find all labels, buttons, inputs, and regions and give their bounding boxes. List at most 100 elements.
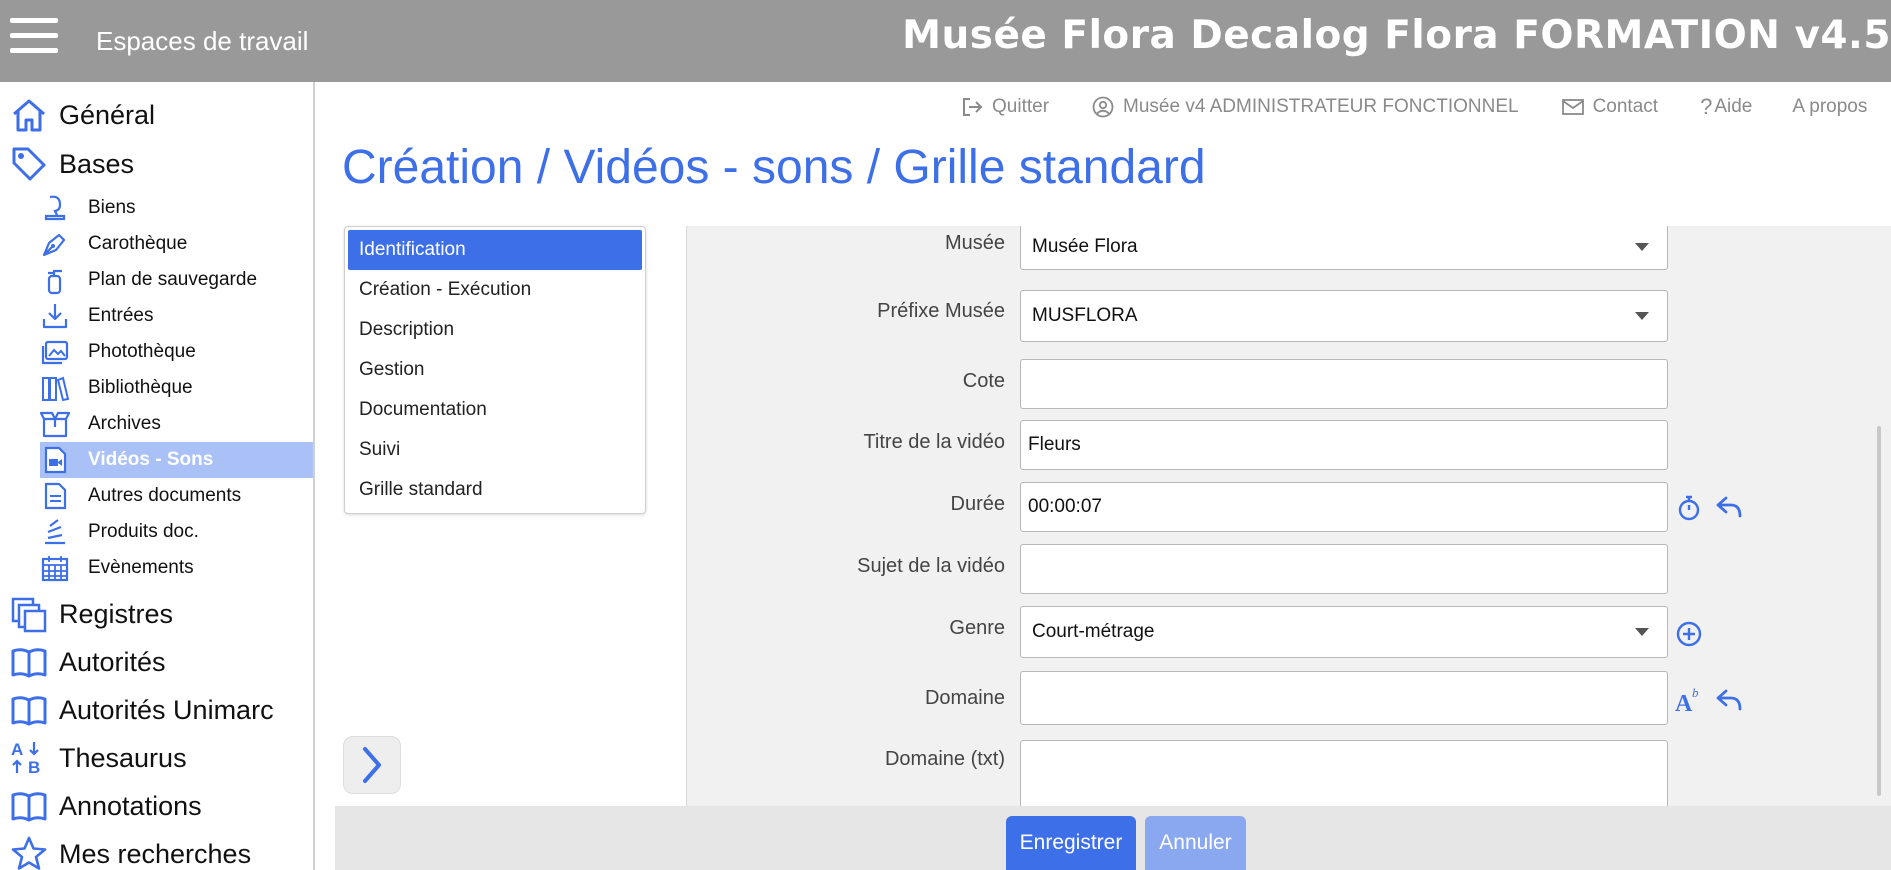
select-value: Musée Flora	[1032, 236, 1138, 257]
sidebar-item-bibliotheque[interactable]: Bibliothèque	[40, 370, 313, 406]
sidebar-item-biens[interactable]: Biens	[40, 190, 313, 226]
document-icon	[44, 482, 67, 510]
sidebar-item-archives[interactable]: Archives	[40, 406, 313, 442]
save-button[interactable]: Enregistrer	[1006, 816, 1136, 870]
contact-link[interactable]: Contact	[1561, 95, 1658, 119]
help-label: Aide	[1714, 96, 1753, 117]
musee-select[interactable]: Musée Flora	[1020, 226, 1668, 270]
titre-video-input[interactable]: Fleurs	[1020, 420, 1668, 470]
sidebar-item-label: Général	[59, 99, 156, 130]
svg-text:A: A	[11, 740, 23, 759]
svg-text:A: A	[1675, 691, 1693, 715]
top-links: Quitter Musée v4 ADMINISTRATEUR FONCTION…	[960, 92, 1891, 122]
section-tabs: Identification Création - Exécution Desc…	[344, 226, 646, 514]
open-book-icon	[11, 648, 47, 678]
tab-gestion[interactable]: Gestion	[348, 350, 642, 390]
images-icon	[41, 340, 69, 365]
home-icon	[13, 99, 45, 132]
tab-suivi[interactable]: Suivi	[348, 430, 642, 470]
workspaces-link[interactable]: Espaces de travail	[96, 26, 308, 57]
sidebar-item-evenements[interactable]: Evènements	[40, 550, 313, 586]
contact-label: Contact	[1592, 96, 1659, 117]
sidebar-item-produits-doc[interactable]: Produits doc.	[40, 514, 313, 550]
field-label: Titre de la vidéo	[863, 431, 1005, 453]
sujet-video-input[interactable]	[1020, 544, 1668, 594]
text-format-icon[interactable]: Ab	[1674, 685, 1704, 715]
form-panel: Musée Musée Flora Préfixe Musée MUSFLORA…	[686, 226, 1891, 806]
sidebar-item-label: Entrées	[88, 305, 154, 326]
cote-input[interactable]	[1020, 359, 1668, 409]
sidebar-item-label: Autres documents	[88, 485, 242, 506]
sidebar-item-general[interactable]: Général	[10, 95, 155, 135]
field-label: Durée	[950, 493, 1005, 515]
svg-text:b: b	[1692, 685, 1699, 700]
sidebar-item-label: Produits doc.	[88, 521, 199, 542]
plus-circle-icon[interactable]	[1674, 619, 1704, 649]
tab-identification[interactable]: Identification	[348, 230, 642, 270]
stopwatch-icon[interactable]	[1674, 493, 1704, 523]
domaine-input[interactable]	[1020, 671, 1668, 725]
form-scrollbar[interactable]	[1877, 426, 1881, 796]
field-label: Domaine	[924, 687, 1005, 709]
open-book-icon	[11, 792, 47, 822]
sidebar-item-label: Archives	[88, 413, 161, 434]
sidebar-item-label: Evènements	[88, 557, 194, 578]
app-title: Musée Flora Decalog Flora FORMATION v4.5	[902, 13, 1891, 58]
sidebar-item-annotations[interactable]: Annotations	[10, 786, 202, 826]
caret-down-icon	[1635, 243, 1649, 251]
sidebar-item-thesaurus[interactable]: AB Thesaurus	[10, 738, 187, 778]
sidebar-item-entrees[interactable]: Entrées	[40, 298, 313, 334]
sidebar-item-plan-sauvegarde[interactable]: Plan de sauvegarde	[40, 262, 313, 298]
sidebar-item-label: Plan de sauvegarde	[88, 269, 258, 290]
sidebar-item-label: Bases	[59, 148, 135, 179]
sidebar-item-label: Mes recherches	[59, 838, 252, 869]
prefixe-musee-select[interactable]: MUSFLORA	[1020, 290, 1668, 342]
field-label: Domaine (txt)	[884, 748, 1005, 770]
sidebar-item-label: Thesaurus	[59, 742, 187, 773]
sidebar-item-phototheque[interactable]: Photothèque	[40, 334, 313, 370]
sidebar-item-label: Annotations	[59, 790, 202, 821]
tab-description[interactable]: Description	[348, 310, 642, 350]
duree-input[interactable]: 00:00:07	[1020, 482, 1668, 532]
user-account-label: Musée v4 ADMINISTRATEUR FONCTIONNEL	[1123, 96, 1519, 117]
sidebar-item-mes-recherches[interactable]: Mes recherches	[10, 834, 251, 870]
tab-grille-standard[interactable]: Grille standard	[348, 470, 642, 510]
svg-text:B: B	[28, 758, 40, 777]
bust-icon	[44, 195, 66, 221]
registers-icon	[11, 597, 47, 633]
question-icon: ?	[1700, 94, 1713, 119]
sidebar-item-carotheque[interactable]: Carothèque	[40, 226, 313, 262]
caret-down-icon	[1635, 628, 1649, 636]
select-value: Court-métrage	[1032, 621, 1155, 642]
sidebar: Général Bases Biens Carothèque Plan de s…	[0, 82, 315, 870]
sidebar-item-label: Registres	[59, 598, 174, 629]
field-label: Cote	[962, 370, 1005, 392]
undo-arrow-icon[interactable]	[1714, 492, 1744, 522]
sidebar-item-videos-sons[interactable]: Vidéos - Sons	[40, 442, 313, 478]
domaine-txt-textarea[interactable]	[1020, 740, 1668, 806]
top-bar: Espaces de travail Musée Flora Decalog F…	[0, 0, 1891, 82]
genre-select[interactable]: Court-métrage	[1020, 606, 1668, 658]
stacked-docs-icon	[45, 519, 65, 545]
sidebar-item-registres[interactable]: Registres	[10, 594, 173, 634]
tab-documentation[interactable]: Documentation	[348, 390, 642, 430]
help-link[interactable]: ? Aide	[1700, 94, 1752, 120]
select-value: MUSFLORA	[1032, 305, 1138, 326]
user-account-link[interactable]: Musée v4 ADMINISTRATEUR FONCTIONNEL	[1091, 95, 1519, 119]
sidebar-item-autorites-unimarc[interactable]: Autorités Unimarc	[10, 690, 274, 730]
user-circle-icon	[1092, 96, 1114, 118]
cancel-button[interactable]: Annuler	[1145, 816, 1246, 870]
sidebar-item-autres-documents[interactable]: Autres documents	[40, 478, 313, 514]
chevron-right-icon	[363, 747, 381, 783]
expand-panel-button[interactable]	[343, 736, 401, 794]
sidebar-item-label: Vidéos - Sons	[88, 449, 214, 470]
undo-arrow-icon[interactable]	[1714, 685, 1744, 715]
field-label: Préfixe Musée	[877, 300, 1005, 322]
about-link[interactable]: A propos	[1792, 96, 1867, 118]
sidebar-item-autorites[interactable]: Autorités	[10, 642, 166, 682]
quit-link[interactable]: Quitter	[960, 95, 1049, 119]
calendar-icon	[41, 556, 69, 582]
sidebar-item-bases[interactable]: Bases	[10, 144, 134, 184]
hamburger-icon[interactable]	[10, 18, 58, 58]
tab-creation-execution[interactable]: Création - Exécution	[348, 270, 642, 310]
